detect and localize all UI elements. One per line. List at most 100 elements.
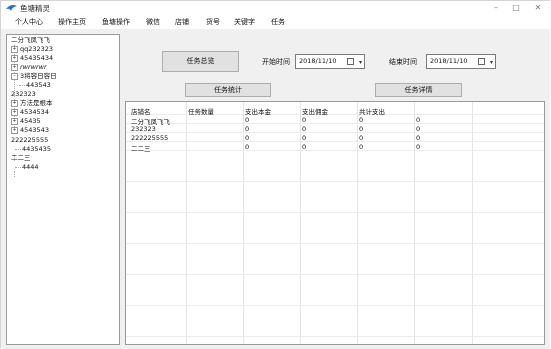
row-divider [126,305,544,306]
task-overview-button[interactable]: 任务总览 [162,51,239,72]
table-row-cell[interactable]: 0 [359,134,363,142]
menu-personal-center[interactable]: 个人中心 [15,17,43,27]
calendar-icon[interactable] [478,58,485,65]
expand-icon[interactable]: + [11,99,18,107]
menu-pond-operations[interactable]: 鱼塘操作 [102,17,130,27]
table-row-cell[interactable]: 0 [302,125,306,133]
expand-icon[interactable]: + [11,54,18,62]
column-header-shop[interactable]: 店铺名 [131,106,151,116]
table-row-cell[interactable]: 222225555 [131,134,168,142]
tree-node-item[interactable]: + 方法是根本 [11,99,53,107]
tree-node-label: 4444 [22,163,39,171]
tree-node-label: 4534534 [20,108,49,116]
close-button[interactable]: ✕ [531,2,545,14]
table-row-cell[interactable]: 0 [359,116,363,124]
task-stats-table[interactable]: 店铺名 任务数量 支出本金 支出佣金 共计支出 二分飞凤飞飞 0 0 0 0 2… [125,101,545,345]
start-date-picker[interactable]: 2018/11/10 ▾ [295,54,365,69]
tree-node-leaf[interactable]: 4444 [15,163,39,171]
tree-node-label: 4435435 [22,145,51,153]
expand-icon[interactable]: + [11,45,18,53]
table-row-cell[interactable]: 0 [245,125,249,133]
tree-node-shop[interactable]: 二分飞凤飞飞 [11,36,50,44]
tree-node-shop[interactable]: 222225555 [11,136,48,144]
table-row-cell[interactable]: 0 [302,134,306,142]
window-title: 鱼塘精灵 [20,4,50,13]
tree-node-label: 45435 [20,117,41,125]
expand-icon[interactable]: + [11,108,18,116]
table-row-cell[interactable]: 0 [245,116,249,124]
table-row-cell[interactable]: 0 [302,116,306,124]
column-header-principal[interactable]: 支出本金 [245,106,271,116]
column-header-task-count[interactable]: 任务数量 [188,106,214,116]
tree-node-leaf[interactable]: 4435435 [15,145,51,153]
expand-icon[interactable]: + [11,126,18,134]
tree-node-item[interactable]: +45435434 [11,54,53,62]
collapse-icon[interactable]: - [11,72,18,80]
chevron-down-icon[interactable]: ▾ [490,56,493,69]
menu-home[interactable]: 操作主页 [58,17,86,27]
task-stats-button[interactable]: 任务统计 [185,83,271,97]
tree-node-item[interactable]: +45435 [11,117,41,125]
row-divider [126,336,544,337]
app-window: 鱼塘精灵 – □ ✕ 个人中心 操作主页 鱼塘操作 微信 店铺 货号 关键字 任… [0,0,550,349]
table-row-cell[interactable]: 0 [245,143,249,151]
tree-node-item[interactable]: +4543543 [11,126,49,134]
chevron-down-icon[interactable]: ▾ [359,56,362,69]
end-time-label: 结束时间 [389,58,417,66]
menu-bar: 个人中心 操作主页 鱼塘操作 微信 店铺 货号 关键字 任务 [1,15,550,29]
table-row-cell[interactable]: 0 [416,125,420,133]
shop-tree[interactable]: 二分飞凤飞飞 + qq232323 +45435434 + rwrwrwr -3将容… [6,34,120,345]
row-divider [126,274,544,275]
column-header-commission[interactable]: 支出佣金 [302,106,328,116]
column-header-total[interactable]: 共计支出 [359,106,385,116]
tree-connector [14,171,15,177]
tree-node-item[interactable]: + qq232323 [11,45,53,53]
table-row-cell[interactable]: 0 [416,116,420,124]
row-divider [126,123,544,124]
task-details-button[interactable]: 任务详情 [375,83,462,97]
column-divider [414,102,415,344]
menu-task[interactable]: 任务 [271,17,285,27]
column-divider [300,102,301,344]
maximize-button[interactable]: □ [509,2,523,14]
tree-node-item[interactable]: +4534534 [11,108,49,116]
tree-node-label: 3将容日容日 [20,72,57,80]
table-row-cell[interactable]: 0 [359,143,363,151]
menu-wechat[interactable]: 微信 [146,17,160,27]
table-row-cell[interactable]: 0 [245,134,249,142]
start-time-label: 开始时间 [262,58,290,66]
column-divider [243,102,244,344]
tree-dash [15,166,21,168]
column-divider [186,102,187,344]
tree-node-label: 二二三 [11,154,31,162]
row-divider [126,132,544,133]
row-divider [126,150,544,151]
start-date-value: 2018/11/10 [299,57,337,65]
table-row-cell[interactable]: 0 [416,143,420,151]
tree-node-label: 232323 [11,90,36,98]
fish-logo-icon [6,5,17,11]
tree-node-item[interactable]: + rwrwrwr [11,63,47,71]
menu-shop[interactable]: 店铺 [175,17,189,27]
expand-icon[interactable]: + [11,117,18,125]
tree-node-label: rwrwrwr [20,63,47,71]
menu-item-number[interactable]: 货号 [206,17,220,27]
tree-node-leaf[interactable]: 443543 [19,81,51,89]
tree-node-shop[interactable]: 二二三 [11,154,31,162]
table-row-cell[interactable]: 0 [416,134,420,142]
table-row-cell[interactable]: 0 [302,143,306,151]
tree-node-label: 443543 [26,81,51,89]
expand-icon[interactable]: + [11,63,18,71]
menu-keyword[interactable]: 关键字 [234,17,255,27]
tree-node-label: 45435434 [20,54,54,62]
tree-node-shop[interactable]: 232323 [11,90,36,98]
table-row-cell[interactable]: 232323 [131,125,156,133]
row-divider [126,243,544,244]
table-row-cell[interactable]: 0 [359,125,363,133]
end-date-picker[interactable]: 2018/11/10 ▾ [426,54,496,69]
calendar-icon[interactable] [347,58,354,65]
table-row-cell[interactable]: 二二三 [131,143,151,153]
tree-node-item[interactable]: -3将容日容日 [11,72,57,80]
minimize-button[interactable]: – [489,2,503,14]
title-bar[interactable]: 鱼塘精灵 – □ ✕ [1,1,550,15]
